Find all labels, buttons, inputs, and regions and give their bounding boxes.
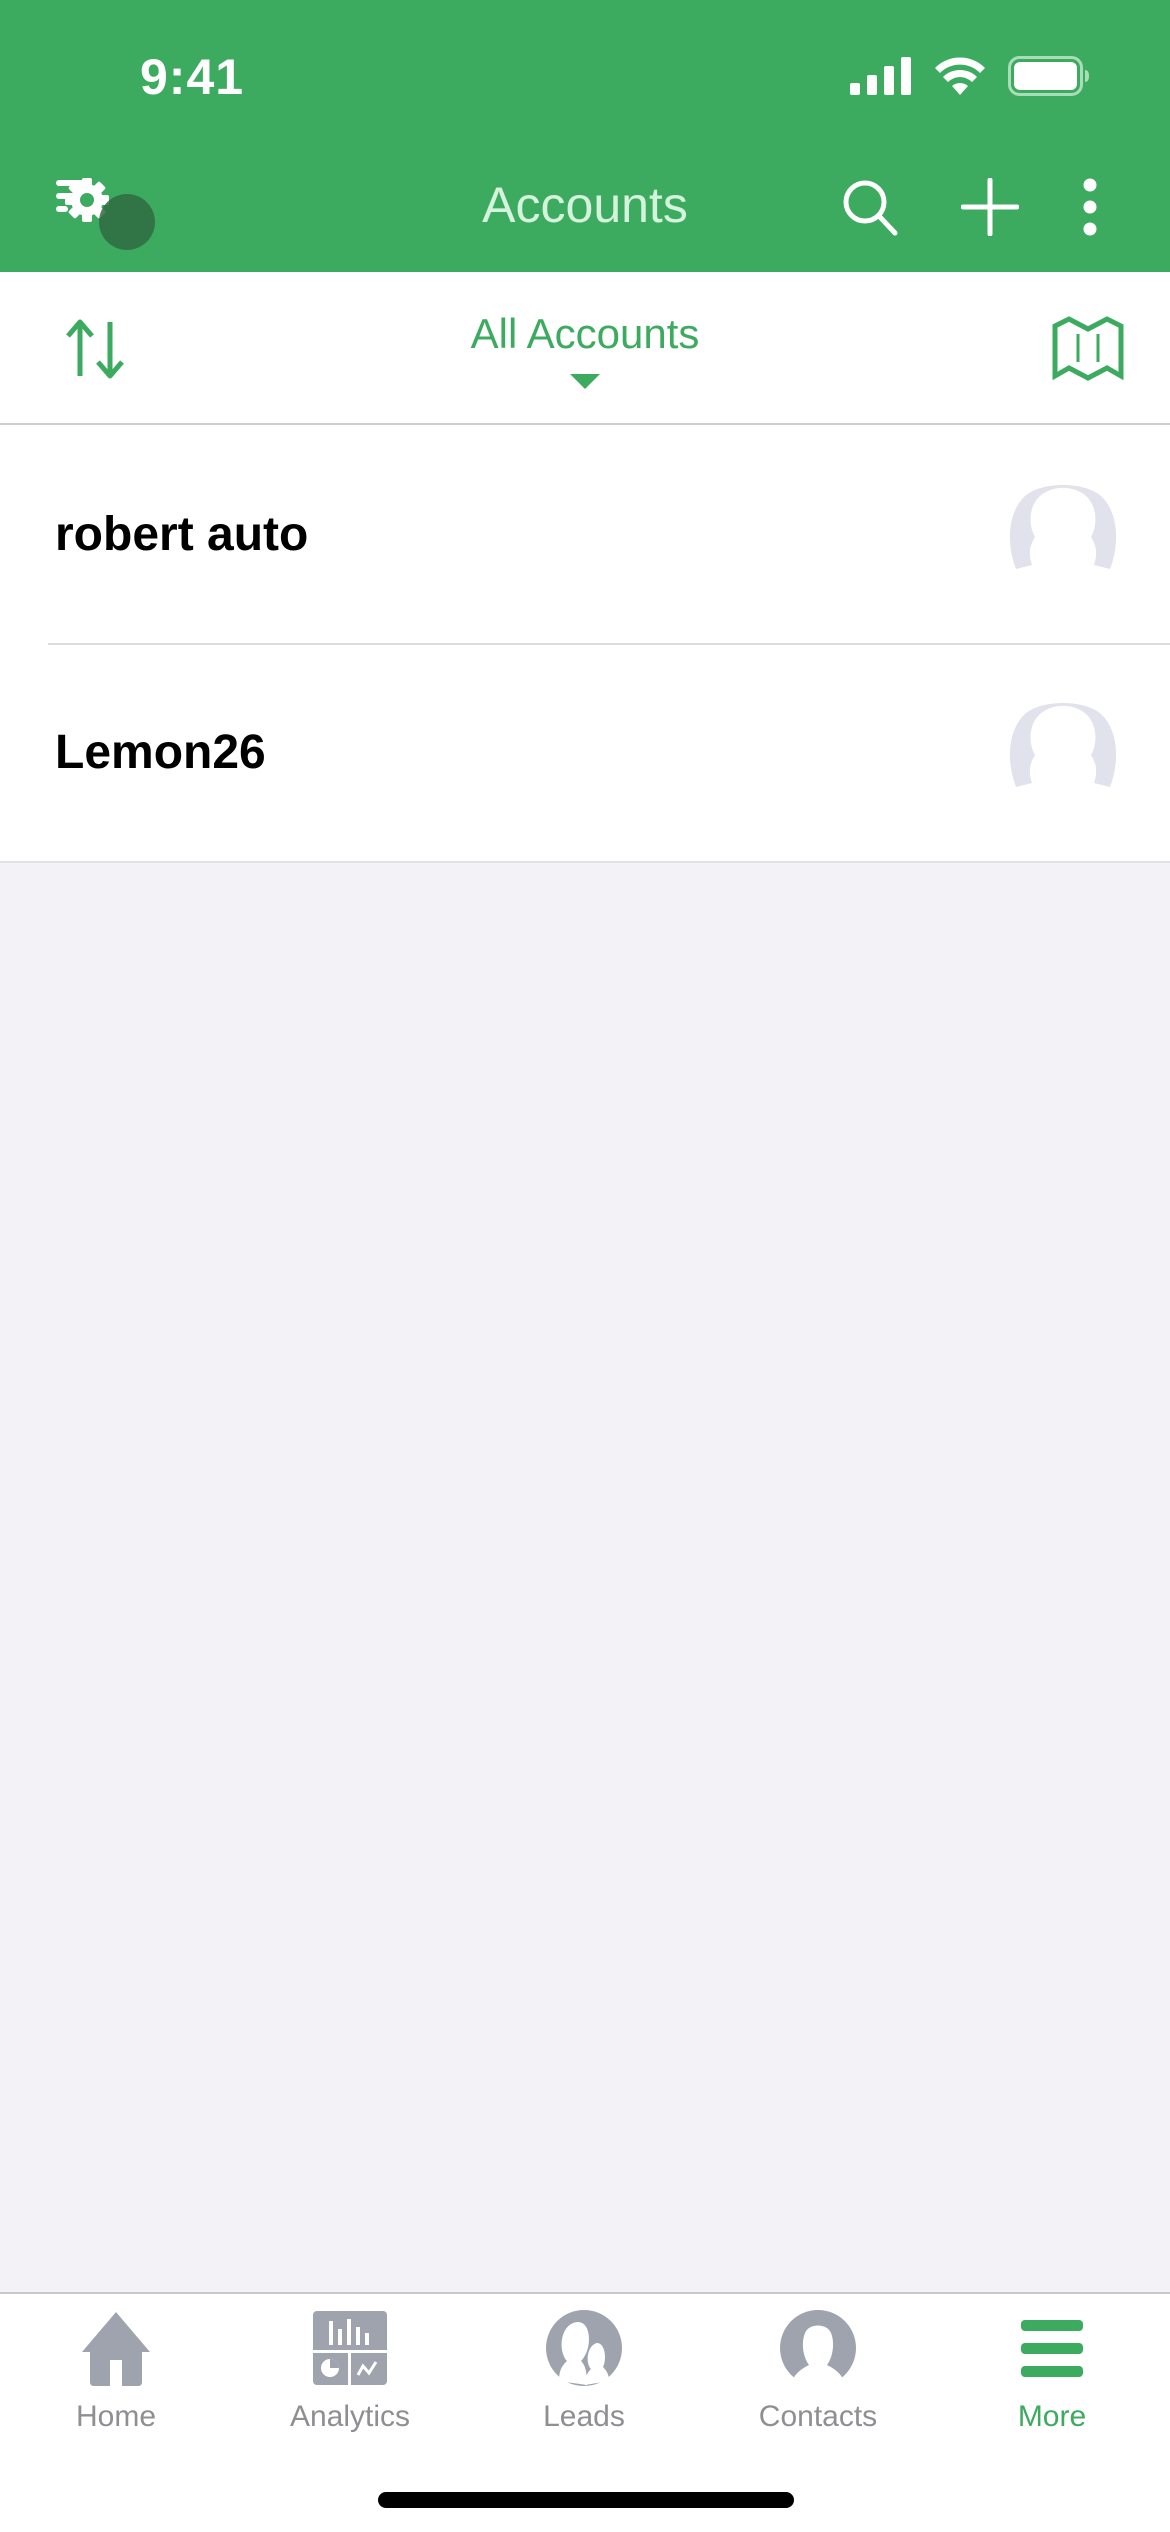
caret-down-icon (570, 374, 600, 389)
tab-leads[interactable]: Leads (484, 2308, 684, 2438)
tab-contacts[interactable]: Contacts (718, 2308, 918, 2438)
tab-label: Leads (543, 2400, 625, 2433)
search-button[interactable] (810, 172, 930, 242)
tab-home[interactable]: Home (16, 2308, 216, 2438)
tab-label: More (1017, 2400, 1087, 2433)
more-options-button[interactable] (1050, 172, 1130, 242)
home-indicator[interactable] (378, 2492, 794, 2508)
avatar-placeholder-icon (1009, 485, 1117, 569)
add-button[interactable] (930, 172, 1050, 242)
view-selector-dropdown[interactable]: All Accounts (385, 310, 785, 389)
app-header: 9:41 Accounts (0, 0, 1170, 272)
sort-button[interactable] (60, 314, 130, 384)
contacts-icon (780, 2310, 856, 2387)
map-icon (1052, 316, 1124, 381)
cellular-signal-icon (850, 57, 911, 95)
tab-label: Contacts (758, 2400, 878, 2433)
wifi-icon (935, 57, 985, 95)
search-icon (843, 180, 898, 236)
map-view-button[interactable] (1050, 316, 1126, 382)
nav-actions (810, 172, 1130, 242)
account-name: robert auto (55, 507, 309, 561)
analytics-icon (313, 2311, 387, 2385)
leads-icon (546, 2310, 622, 2386)
more-vertical-icon (1083, 178, 1097, 236)
account-row[interactable]: Lemon26 (0, 643, 1170, 861)
add-icon (961, 178, 1019, 236)
tab-analytics[interactable]: Analytics (250, 2308, 450, 2438)
filter-bar: All Accounts (0, 272, 1170, 425)
view-selector-label: All Accounts (470, 310, 700, 357)
avatar-placeholder-icon (1009, 703, 1117, 787)
tab-label: Analytics (289, 2400, 411, 2433)
tab-more[interactable]: More (952, 2308, 1152, 2438)
sort-icon (66, 319, 124, 379)
account-name: Lemon26 (55, 725, 266, 779)
tab-label: Home (75, 2400, 157, 2433)
account-row[interactable]: robert auto (0, 425, 1170, 643)
status-icons (850, 56, 1090, 96)
status-time: 9:41 (140, 49, 245, 105)
battery-icon (1008, 56, 1089, 96)
accounts-list: robert auto Lemon26 (0, 425, 1170, 863)
menu-icon (1021, 2320, 1083, 2377)
home-icon (82, 2312, 150, 2386)
